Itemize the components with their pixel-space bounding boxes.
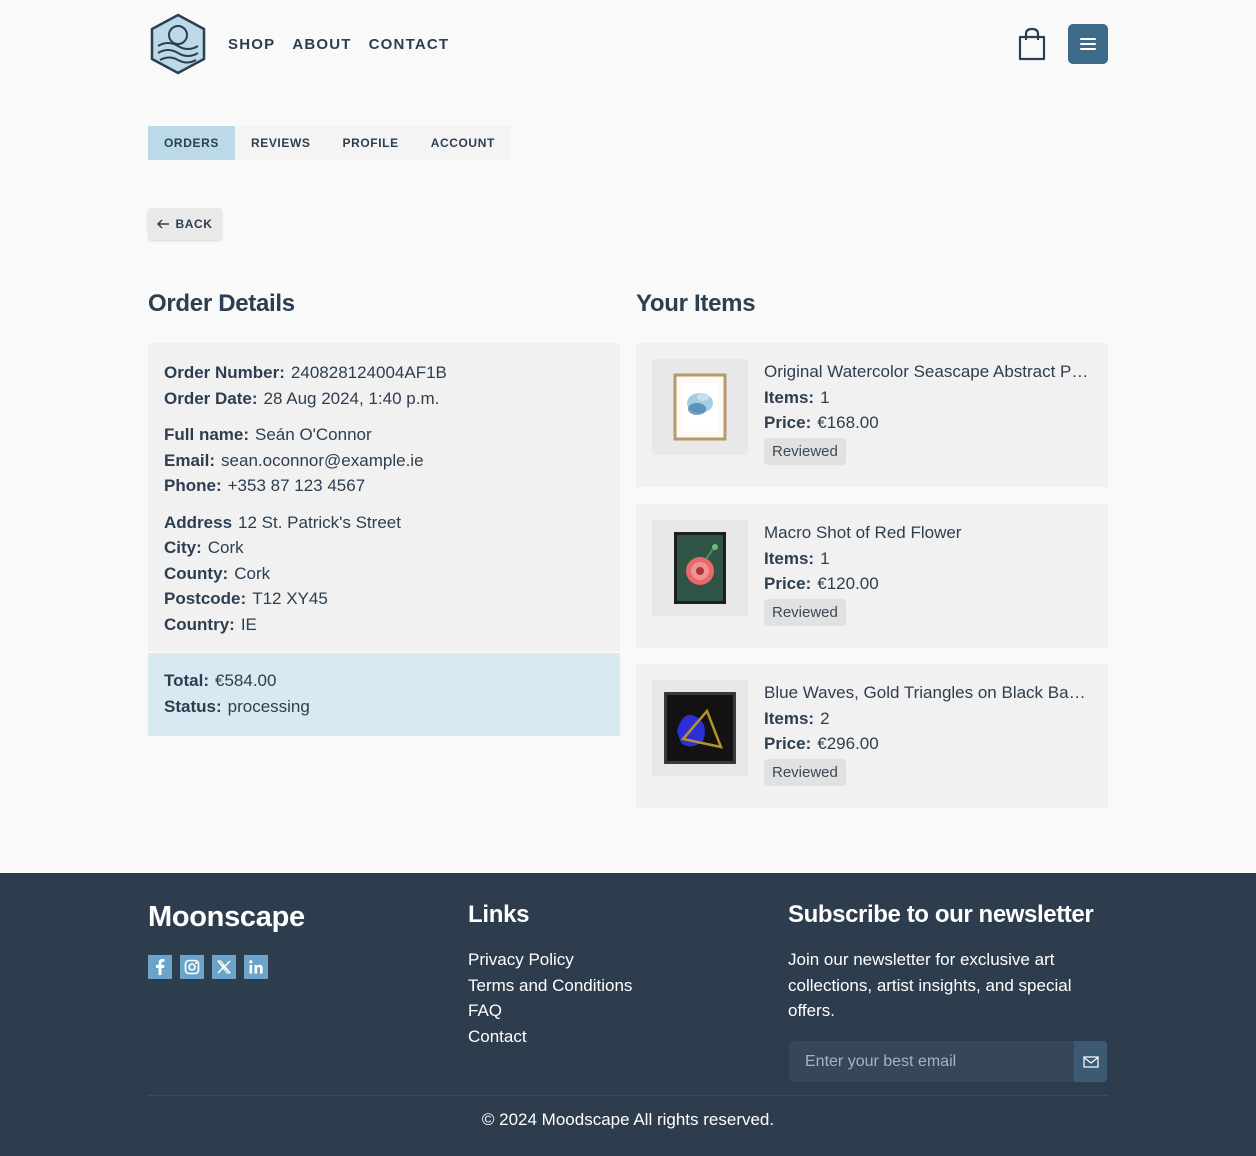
order-date: 28 Aug 2024, 1:40 p.m.	[263, 388, 440, 408]
order-number: 240828124004AF1B	[290, 363, 447, 382]
footer-links-heading: Links	[468, 901, 530, 928]
envelope-icon	[1082, 1055, 1099, 1068]
menu-button[interactable]	[1068, 24, 1108, 64]
back-button[interactable]: BACK	[148, 208, 222, 240]
county-row: County: Cork	[164, 563, 271, 583]
item-info: Original Watercolor Seascape Abstract Pa…	[764, 359, 1094, 465]
order-item[interactable]: Original Watercolor Seascape Abstract Pa…	[636, 343, 1108, 487]
copyright: © 2024 Moodscape All rights reserved.	[481, 1110, 775, 1129]
city: Cork	[207, 538, 244, 557]
address-row: Address 12 St. Patrick's Street	[164, 512, 401, 532]
footer-divider	[148, 1095, 1108, 1096]
instagram-icon[interactable]	[180, 955, 204, 979]
tab-account[interactable]: ACCOUNT	[414, 126, 511, 160]
item-title[interactable]: Original Watercolor Seascape Abstract Pa…	[764, 359, 1094, 385]
item-price: €168.00	[817, 413, 879, 432]
x-icon[interactable]	[212, 955, 236, 979]
item-price: €120.00	[817, 574, 879, 593]
tab-orders[interactable]: ORDERS	[148, 126, 235, 160]
status-row: Status: processing	[164, 697, 310, 716]
order-details-heading: Order Details	[148, 290, 295, 317]
full-name: Seán O'Connor	[255, 425, 372, 444]
phone-row: Phone: +353 87 123 4567	[164, 476, 366, 495]
nav-shop[interactable]: SHOP	[228, 36, 275, 53]
postcode-row: Postcode: T12 XY45	[164, 589, 328, 608]
tab-reviews[interactable]: REVIEWS	[234, 126, 327, 160]
postcode: T12 XY45	[252, 589, 328, 608]
footer-links: Privacy Policy Terms and Conditions FAQ …	[468, 947, 632, 1049]
red-flower-artwork-image	[674, 532, 726, 604]
country-row: Country: IE	[164, 614, 257, 634]
email: sean.oconnor@example.ie	[221, 450, 424, 470]
order-total: €584.00	[215, 671, 277, 690]
back-label: BACK	[175, 217, 213, 231]
item-quantity: 1	[820, 387, 830, 407]
phone: +353 87 123 4567	[227, 476, 366, 495]
order-totals-panel: Total: €584.00 Status: processing	[148, 653, 620, 736]
full-name-row: Full name: Seán O'Connor	[164, 425, 372, 444]
newsletter-email-input[interactable]	[789, 1041, 1074, 1082]
item-quantity: 1	[820, 548, 830, 568]
country: IE	[240, 614, 257, 634]
arrow-left-icon	[157, 219, 170, 229]
item-price: €296.00	[817, 734, 879, 753]
privacy-policy-link[interactable]: Privacy Policy	[468, 947, 632, 973]
item-thumbnail[interactable]	[652, 359, 748, 455]
item-title[interactable]: Macro Shot of Red Flower	[764, 520, 1094, 546]
item-info: Blue Waves, Gold Triangles on Black Back…	[764, 680, 1094, 786]
blue-waves-artwork-image	[664, 692, 736, 764]
order-item[interactable]: Macro Shot of Red Flower Items: 1 Price: €…	[636, 504, 1108, 648]
order-item[interactable]: Blue Waves, Gold Triangles on Black Back…	[636, 664, 1108, 808]
address: 12 St. Patrick's Street	[238, 512, 401, 532]
nav-about[interactable]: ABOUT	[292, 36, 351, 53]
item-thumbnail[interactable]	[652, 520, 748, 616]
county: Cork	[234, 563, 271, 583]
account-tabs: ORDERS REVIEWS PROFILE ACCOUNT	[148, 126, 511, 160]
nav-contact[interactable]: CONTACT	[369, 36, 450, 53]
order-details-panel: Order Number: 240828124004AF1B Order Date…	[148, 343, 620, 651]
shopping-bag-icon[interactable]	[1016, 26, 1048, 62]
reviewed-badge: Reviewed	[764, 598, 846, 626]
item-thumbnail[interactable]	[652, 680, 748, 776]
terms-link[interactable]: Terms and Conditions	[468, 973, 632, 999]
site-header: SHOP ABOUT CONTACT	[148, 12, 1108, 76]
main-nav: SHOP ABOUT CONTACT	[228, 36, 449, 53]
watercolor-artwork-image	[673, 373, 727, 441]
total-row: Total: €584.00	[164, 671, 277, 690]
reviewed-badge: Reviewed	[764, 437, 846, 465]
menu-icon	[1080, 38, 1096, 50]
site-footer: Moonscape Links Privacy Policy Terms and…	[0, 873, 1256, 1156]
item-title[interactable]: Blue Waves, Gold Triangles on Black Back…	[764, 680, 1094, 706]
order-date-row: Order Date: 28 Aug 2024, 1:40 p.m.	[164, 388, 440, 408]
order-status: processing	[227, 697, 310, 716]
your-items-heading: Your Items	[636, 290, 756, 317]
city-row: City: Cork	[164, 538, 244, 557]
newsletter-heading: Subscribe to our newsletter	[788, 901, 1094, 928]
facebook-icon[interactable]	[148, 955, 172, 979]
logo-icon[interactable]	[148, 13, 208, 75]
faq-link[interactable]: FAQ	[468, 998, 632, 1024]
newsletter-form	[789, 1041, 1107, 1082]
item-info: Macro Shot of Red Flower Items: 1 Price: €…	[764, 520, 1094, 626]
subscribe-button[interactable]	[1074, 1041, 1107, 1082]
linkedin-icon[interactable]	[244, 955, 268, 979]
footer-brand: Moonscape	[148, 901, 305, 933]
tab-profile[interactable]: PROFILE	[326, 126, 415, 160]
contact-link[interactable]: Contact	[468, 1024, 632, 1050]
email-row: Email: sean.oconnor@example.ie	[164, 450, 424, 470]
newsletter-text: Join our newsletter for exclusive art co…	[788, 950, 1072, 1020]
social-links	[148, 955, 268, 979]
item-quantity: 2	[820, 708, 830, 728]
reviewed-badge: Reviewed	[764, 758, 846, 786]
order-number-row: Order Number: 240828124004AF1B	[164, 363, 447, 382]
